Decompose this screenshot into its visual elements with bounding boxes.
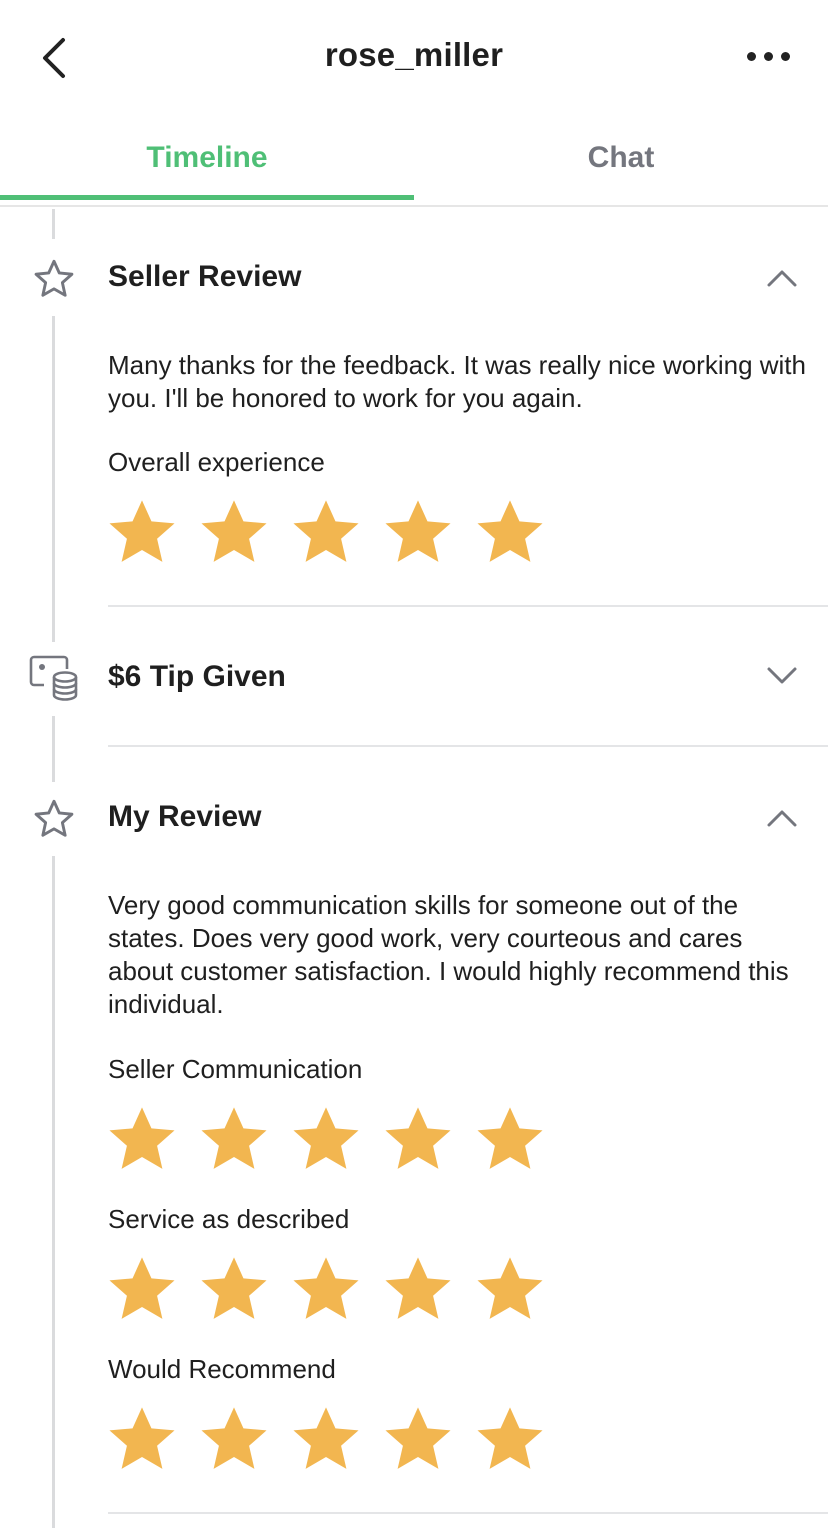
- filled-star-icon: [293, 1257, 359, 1319]
- rating-label: Seller Communication: [108, 1054, 363, 1084]
- filled-star-icon: [293, 1407, 359, 1469]
- filled-star-icon: [109, 500, 175, 562]
- expand-tip-button[interactable]: [762, 656, 802, 696]
- star-outline-icon: [30, 796, 78, 842]
- chevron-up-icon: [767, 270, 797, 287]
- rating-label: Service as described: [108, 1204, 350, 1234]
- tip-coins-icon: [27, 652, 81, 704]
- filled-star-icon: [109, 1107, 175, 1169]
- star-rating: [106, 498, 546, 566]
- star-rating: [106, 1405, 546, 1473]
- timeline-line: [52, 716, 55, 782]
- more-horizontal-icon: [763, 51, 773, 61]
- filled-star-icon: [477, 500, 543, 562]
- section-divider: [108, 1512, 828, 1514]
- filled-star-icon: [109, 1257, 175, 1319]
- seller-review-title: Seller Review: [108, 260, 302, 293]
- section-divider: [108, 605, 828, 607]
- filled-star-icon: [477, 1257, 543, 1319]
- tab-bar: Timeline Chat: [0, 115, 828, 207]
- seller-review-text: Many thanks for the feedback. It was rea…: [108, 350, 806, 413]
- more-horizontal-icon: [746, 51, 756, 61]
- filled-star-icon: [477, 1407, 543, 1469]
- filled-star-icon: [385, 1257, 451, 1319]
- timeline-line: [52, 209, 55, 239]
- star-rating: [106, 1255, 546, 1323]
- star-outline-icon: [30, 256, 78, 302]
- chevron-down-icon: [767, 667, 797, 684]
- filled-star-icon: [385, 1107, 451, 1169]
- tip-title: $6 Tip Given: [108, 660, 286, 693]
- filled-star-icon: [293, 1107, 359, 1169]
- filled-star-icon: [477, 1107, 543, 1169]
- timeline-line: [52, 316, 55, 642]
- star-rating: [106, 1105, 546, 1173]
- filled-star-icon: [201, 1107, 267, 1169]
- filled-star-icon: [201, 500, 267, 562]
- more-options-button[interactable]: [738, 36, 798, 76]
- page-title: rose_miller: [324, 36, 504, 73]
- filled-star-icon: [201, 1407, 267, 1469]
- filled-star-icon: [293, 500, 359, 562]
- my-review-text: Very good communication skills for someo…: [108, 890, 789, 1019]
- collapse-my-review-button[interactable]: [762, 798, 802, 838]
- timeline-line: [52, 856, 55, 1528]
- more-horizontal-icon: [780, 51, 790, 61]
- filled-star-icon: [201, 1257, 267, 1319]
- tab-chat[interactable]: Chat: [414, 115, 828, 200]
- filled-star-icon: [385, 500, 451, 562]
- my-review-title: My Review: [108, 800, 262, 833]
- rating-label: Would Recommend: [108, 1354, 336, 1384]
- collapse-seller-review-button[interactable]: [762, 258, 802, 298]
- filled-star-icon: [109, 1407, 175, 1469]
- tab-timeline[interactable]: Timeline: [0, 115, 414, 200]
- chevron-up-icon: [767, 810, 797, 827]
- rating-label: Overall experience: [108, 447, 325, 477]
- top-bar: rose_miller: [0, 0, 828, 115]
- section-divider: [108, 745, 828, 747]
- filled-star-icon: [385, 1407, 451, 1469]
- active-tab-indicator: [0, 195, 414, 200]
